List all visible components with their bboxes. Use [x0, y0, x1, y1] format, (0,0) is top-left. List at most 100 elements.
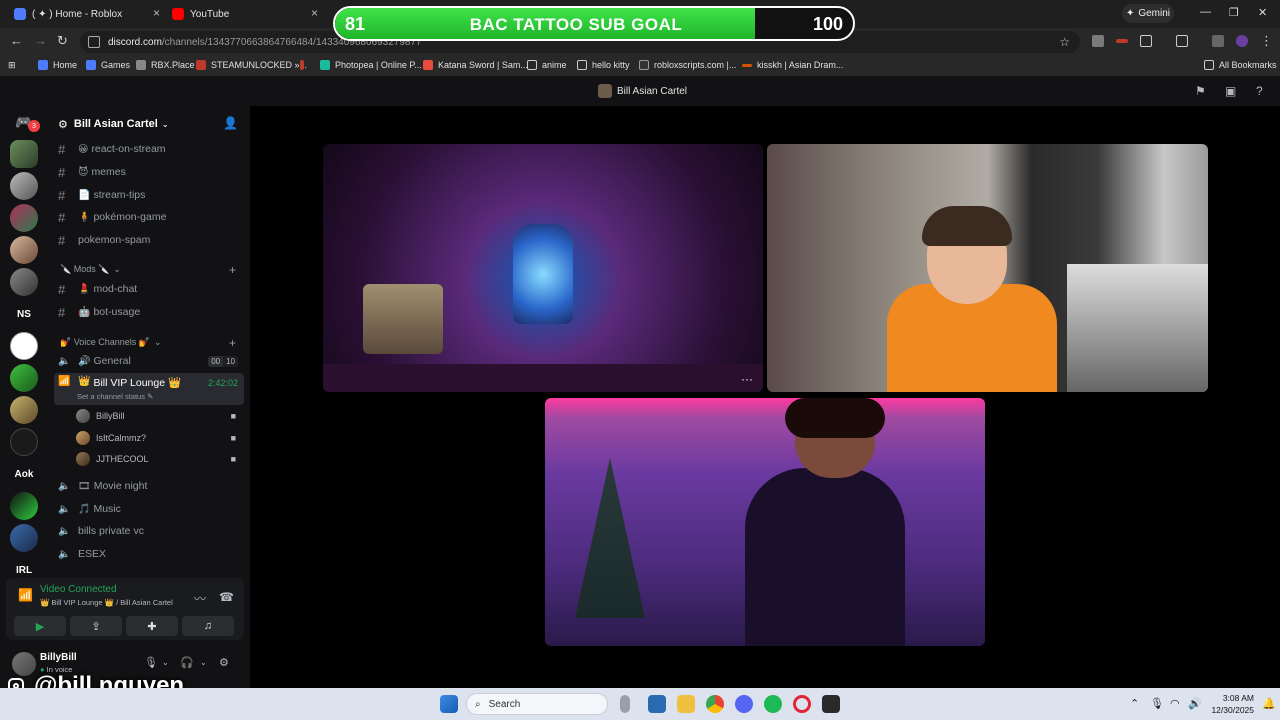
voice-channel-esex[interactable]: 🔈 ESEX	[58, 544, 244, 564]
close-window-icon[interactable]: ✕	[1258, 6, 1267, 19]
bookmark-katana[interactable]: Katana Sword | Sam...	[423, 60, 528, 70]
category-mods[interactable]: 🔪 Mods 🔪 ⌄ +	[60, 263, 244, 277]
add-channel-icon[interactable]: +	[229, 336, 236, 350]
server-icon[interactable]	[10, 364, 38, 392]
discord-taskbar-icon[interactable]	[735, 695, 753, 713]
channel-bot-usage[interactable]: # 🤖 bot-usage	[58, 302, 244, 322]
windows-start-icon[interactable]	[440, 695, 458, 713]
taskbar-clock[interactable]: 3:08 AM 12/30/2025	[1206, 692, 1254, 716]
extension-red-icon[interactable]	[1116, 39, 1128, 43]
server-icon[interactable]	[10, 428, 38, 456]
bookmark-rbxplace[interactable]: RBX.Place	[136, 60, 195, 70]
server-icon[interactable]	[10, 492, 38, 520]
reading-list-icon[interactable]	[1212, 35, 1224, 47]
app-icon[interactable]	[648, 695, 666, 713]
voice-channel-bills-private-vc[interactable]: 🔈 bills private vc	[58, 521, 244, 541]
inbox-icon[interactable]: ▣	[1225, 84, 1236, 98]
reload-icon[interactable]: ↻	[57, 33, 68, 49]
video-tile-person-headset[interactable]	[767, 144, 1208, 392]
channel-memes[interactable]: # 😈 memes	[58, 162, 244, 182]
star-icon[interactable]: ☆	[1059, 35, 1070, 49]
opera-icon[interactable]	[793, 695, 811, 713]
bookmark-games[interactable]: Games	[86, 60, 130, 70]
channel-stream-tips[interactable]: # 📄 stream-tips	[58, 185, 244, 205]
profile-avatar[interactable]	[1236, 35, 1248, 47]
server-icon-aok[interactable]: Aok	[10, 460, 38, 488]
site-info-icon[interactable]	[88, 36, 100, 48]
voice-channel-music[interactable]: 🔈 🎵 Music	[58, 499, 244, 519]
taskbar-search-input[interactable]: ⌕ Search	[466, 693, 608, 715]
noise-suppression-icon[interactable]: 〰	[194, 590, 206, 607]
server-icon[interactable]	[10, 332, 38, 360]
channel-status-prompt[interactable]: Set a channel status ✎	[77, 392, 153, 401]
bookmark-steamunlocked[interactable]: STEAMUNLOCKED »...	[196, 60, 307, 70]
channel-pokemon-spam[interactable]: # pokemon-spam	[58, 230, 244, 250]
server-icon-ns[interactable]: NS	[10, 300, 38, 328]
flag-icon[interactable]: ⚑	[1195, 84, 1206, 98]
video-tile-person-room[interactable]	[545, 398, 985, 646]
channel-react-on-stream[interactable]: # 😀 react-on-stream	[58, 139, 244, 159]
menu-kebab-icon[interactable]: ⋮	[1260, 33, 1273, 49]
tab-youtube[interactable]: YouTube ×	[172, 4, 318, 24]
voice-member[interactable]: IsItCalmmz? ■	[76, 429, 242, 447]
user-name[interactable]: BillyBill	[40, 652, 77, 663]
camera-button[interactable]: ▶	[14, 616, 66, 636]
voice-location[interactable]: 👑 Bill VIP Lounge 👑 / Bill Asian Cartel	[40, 598, 173, 607]
server-icon[interactable]	[10, 268, 38, 296]
server-icon[interactable]	[10, 396, 38, 424]
chevron-up-icon[interactable]: ⌃	[1130, 697, 1139, 710]
server-icon-bill-asian-cartel[interactable]	[10, 140, 38, 168]
app-icon[interactable]	[822, 695, 840, 713]
signal-icon[interactable]: 📶	[18, 588, 33, 602]
more-options-icon[interactable]: ···	[741, 372, 753, 386]
server-icon[interactable]	[10, 524, 38, 552]
voice-member[interactable]: BillyBill ■	[76, 407, 242, 425]
notifications-icon[interactable]: 🔔	[1262, 697, 1276, 710]
voice-member[interactable]: JJTHECOOL ■	[76, 450, 242, 468]
server-icon[interactable]	[10, 204, 38, 232]
wifi-icon[interactable]: ◠	[1170, 697, 1180, 710]
microphone-icon[interactable]: 🎙	[144, 656, 158, 669]
all-bookmarks[interactable]: All Bookmarks	[1204, 60, 1277, 70]
channel-pokemon-game[interactable]: # 🧍 pokémon-game	[58, 207, 244, 227]
bookmark-robloxscripts[interactable]: robloxscripts.com |...	[639, 60, 736, 70]
restore-icon[interactable]: ❐	[1229, 6, 1239, 19]
invite-people-icon[interactable]: 👤	[223, 116, 238, 130]
screen-share-button[interactable]: ⇪	[70, 616, 122, 636]
gemini-button[interactable]: ✦ Gemini	[1122, 4, 1174, 23]
disconnect-icon[interactable]: ☎	[219, 590, 234, 604]
soundboard-button[interactable]: ♫	[182, 616, 234, 636]
server-icon[interactable]	[10, 172, 38, 200]
video-tile-desk[interactable]: ···	[323, 144, 763, 392]
volume-icon[interactable]: 🔊	[1188, 697, 1202, 710]
forward-icon[interactable]: →	[34, 33, 47, 48]
bookmark-folder-hello-kitty[interactable]: hello kitty	[577, 60, 630, 70]
channel-mod-chat[interactable]: # 💄 mod-chat	[58, 279, 244, 299]
chevron-down-icon[interactable]: ⌄	[200, 658, 207, 667]
pin-icon[interactable]	[300, 60, 309, 70]
file-explorer-icon[interactable]	[677, 695, 695, 713]
voice-channel-general[interactable]: 🔈 🔊 General 00 10	[58, 351, 244, 371]
chrome-icon[interactable]	[706, 695, 724, 713]
headphones-icon[interactable]: 🎧	[180, 656, 194, 669]
bookmark-folder-anime[interactable]: anime	[527, 60, 567, 70]
bookmark-home[interactable]: Home	[38, 60, 77, 70]
puzzle-icon[interactable]	[1140, 35, 1152, 47]
category-voice-channels[interactable]: 💅 Voice Channels 💅 ⌄ +	[60, 336, 244, 350]
bookmark-kisskh[interactable]: kisskh | Asian Dram...	[742, 60, 843, 70]
voice-status[interactable]: Video Connected	[40, 584, 117, 595]
apps-grid-icon[interactable]: ⊞	[8, 60, 16, 71]
help-icon[interactable]: ?	[1256, 84, 1263, 98]
server-icon[interactable]	[10, 236, 38, 264]
microphone-icon[interactable]: 🎙	[1150, 697, 1164, 710]
settings-gear-icon[interactable]: ⚙	[219, 656, 229, 669]
minimize-icon[interactable]: —	[1200, 6, 1211, 18]
close-tab-icon[interactable]: ×	[311, 6, 318, 20]
voice-channel-movie-night[interactable]: 🔈 🎞 Movie night	[58, 476, 244, 496]
spotify-icon[interactable]	[764, 695, 782, 713]
activities-button[interactable]: ✚	[126, 616, 178, 636]
back-icon[interactable]: ←	[10, 33, 23, 48]
chevron-down-icon[interactable]: ⌄	[162, 658, 169, 667]
tab-search-icon[interactable]	[1176, 35, 1188, 47]
server-header[interactable]: ⚙ Bill Asian Cartel ⌄ 👤	[58, 112, 244, 136]
